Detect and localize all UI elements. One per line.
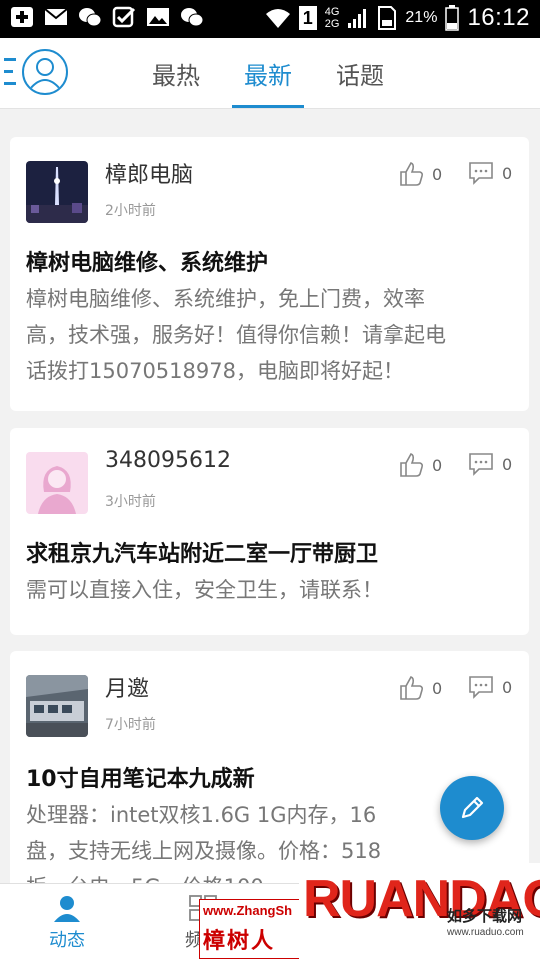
clock: 16:12: [467, 4, 530, 31]
like-button[interactable]: 0: [398, 452, 442, 478]
comment-button[interactable]: 0: [468, 675, 512, 699]
thumbs-up-icon: [400, 676, 424, 700]
comment-icon: [469, 162, 493, 185]
watermark-overlay: www.ZhangSh 樟树人 RUANDAO 如多下载网 www.ruaduo…: [195, 855, 540, 960]
post-body-line: 高，技术强，服务好！值得你信赖！请拿起电: [26, 323, 446, 347]
comment-icon: [469, 676, 493, 699]
post-time: 7小时前: [105, 717, 156, 733]
profile-avatar-button[interactable]: [22, 49, 68, 95]
post-avatar[interactable]: [26, 675, 88, 737]
comment-button[interactable]: 0: [468, 452, 512, 476]
thumbs-up-icon: [400, 162, 424, 186]
network-4g: 4G: [324, 6, 340, 18]
comment-count: 0: [502, 454, 513, 474]
feed-card[interactable]: 348095612 3小时前 0 0 求租京九汽车站附近二室一厅带厨卫 需可以直…: [10, 428, 529, 635]
feed-card[interactable]: 樟郎电脑 2小时前 0 0 樟树电脑维修、系统维护 樟树电脑维修、系统维护，免上…: [10, 137, 529, 411]
battery-icon: [445, 5, 460, 31]
status-bar: 1 4G 2G 21% 16:12: [0, 0, 540, 38]
nav-activity-label: 动态: [49, 929, 85, 951]
sim-icon: 1: [298, 6, 317, 30]
like-count: 0: [432, 678, 443, 698]
post-time: 3小时前: [105, 494, 156, 510]
battery-percent: 21%: [405, 9, 438, 26]
like-button[interactable]: 0: [398, 161, 442, 187]
sd-card-icon: [378, 6, 397, 30]
person-icon: [54, 895, 80, 922]
wifi-icon: [265, 9, 290, 28]
post-body[interactable]: 需可以直接入住，安全卫生，请联系！: [26, 572, 518, 608]
network-2g: 2G: [324, 18, 340, 30]
thumbs-up-icon: [400, 453, 424, 477]
signal-icon: [348, 9, 367, 28]
post-title[interactable]: 樟树电脑维修、系统维护: [26, 245, 268, 277]
tab-hottest[interactable]: 最热: [130, 38, 222, 108]
like-button[interactable]: 0: [398, 675, 442, 701]
watermark-logo-url: www.ruaduo.com: [447, 927, 524, 938]
like-count: 0: [432, 164, 443, 184]
network-type: 4G 2G: [325, 6, 340, 30]
post-username[interactable]: 樟郎电脑: [105, 157, 193, 189]
post-body-line: 话拨打15070518978，电脑即将好起！: [26, 359, 404, 383]
post-username[interactable]: 348095612: [105, 448, 231, 473]
comment-count: 0: [502, 677, 513, 697]
pencil-icon: [461, 796, 484, 819]
post-title[interactable]: 10寸自用笔记本九成新: [26, 761, 255, 793]
comment-count: 0: [502, 163, 513, 183]
post-body-line: 樟树电脑维修、系统维护，免上门费，效率: [26, 287, 425, 311]
wechat-icon: [79, 8, 102, 27]
comment-button[interactable]: 0: [468, 161, 512, 185]
watermark-name: 樟树人: [203, 928, 276, 954]
city-tower-avatar-image: [26, 161, 88, 223]
post-title[interactable]: 求租京九汽车站附近二室一厅带厨卫: [26, 536, 378, 568]
comment-icon: [469, 453, 493, 476]
nav-activity[interactable]: 动态: [12, 884, 122, 961]
post-time: 2小时前: [105, 203, 156, 219]
add-box-icon: [11, 7, 33, 27]
tab-topics[interactable]: 话题: [314, 38, 406, 108]
like-count: 0: [432, 455, 443, 475]
mail-icon: [44, 8, 68, 25]
watermark-url: www.ZhangSh: [203, 903, 293, 918]
woman-silhouette-avatar-image: [26, 452, 88, 514]
compose-post-button[interactable]: [440, 776, 504, 840]
image-icon: [147, 8, 169, 26]
user-icon: [29, 58, 61, 90]
wechat-icon: [181, 8, 204, 27]
feed-tabs: 最热 最新 话题: [130, 38, 406, 108]
menu-icon[interactable]: [4, 56, 16, 88]
post-body[interactable]: 樟树电脑维修、系统维护，免上门费，效率 高，技术强，服务好！值得你信赖！请拿起电…: [26, 281, 518, 389]
train-station-avatar-image: [26, 675, 88, 737]
watermark-logo-cn: 如多下载网: [447, 907, 523, 925]
post-avatar[interactable]: [26, 161, 88, 223]
post-avatar[interactable]: [26, 452, 88, 514]
check-box-icon: [112, 6, 136, 28]
post-body-line: 需可以直接入住，安全卫生，请联系！: [26, 578, 383, 602]
app-header: 最热 最新 话题: [0, 38, 540, 109]
tab-latest[interactable]: 最新: [222, 38, 314, 108]
post-username[interactable]: 月邀: [105, 671, 149, 703]
